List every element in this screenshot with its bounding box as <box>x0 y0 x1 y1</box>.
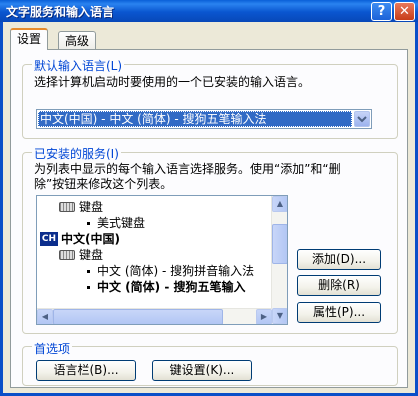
properties-button[interactable]: 属性(P)... <box>297 302 381 323</box>
tab-advanced[interactable]: 高级 <box>58 31 97 51</box>
help-button[interactable]: ? <box>371 2 392 21</box>
scroll-left-icon[interactable]: ◀ <box>37 309 53 324</box>
tree-item-us-keyboard[interactable]: 美式键盘 <box>37 215 272 231</box>
default-language-select[interactable]: 中文(中国) - 中文 (简体) - 搜狗五笔输入法 <box>36 109 372 129</box>
scroll-right-icon[interactable]: ▶ <box>256 309 272 324</box>
tree-item-label: 中文(中国) <box>61 232 120 246</box>
add-button[interactable]: 添加(D)... <box>297 249 381 270</box>
tree-item-keyboard-2[interactable]: 键盘 <box>37 247 272 263</box>
default-language-description: 选择计算机启动时要使用的一个已安装的输入语言。 <box>34 75 311 89</box>
tree-item-sogou-pinyin[interactable]: 中文 (简体) - 搜狗拼音输入法 <box>37 263 272 279</box>
key-settings-button[interactable]: 键设置(K)... <box>152 360 252 381</box>
tree-item-keyboard[interactable]: 键盘 <box>37 199 272 215</box>
tree-item-label: 美式键盘 <box>97 216 146 230</box>
remove-button[interactable]: 删除(R) <box>297 275 381 296</box>
bullet-icon <box>87 222 90 225</box>
scroll-down-icon[interactable]: ▼ <box>272 308 287 324</box>
tree-item-label: 中文 (简体) - 搜狗五笔输入 <box>97 280 246 294</box>
language-bar-button[interactable]: 语言栏(B)... <box>36 360 136 381</box>
services-tree[interactable]: 键盘 美式键盘 CH 中文(中国) 键盘 中文 (简体) - 搜狗拼音输入法 中… <box>36 195 288 325</box>
tree-item-label: 键盘 <box>79 248 104 262</box>
default-language-label: 默认输入语言(L) <box>32 57 125 74</box>
tree-item-label: 中文 (简体) - 搜狗拼音输入法 <box>97 264 255 278</box>
keyboard-icon <box>59 250 75 260</box>
tab-settings[interactable]: 设置 <box>10 28 49 50</box>
default-language-value: 中文(中国) - 中文 (简体) - 搜狗五笔输入法 <box>38 111 352 127</box>
installed-services-description-2: 除”按钮来修改这个列表。 <box>34 177 173 191</box>
title-bar: 文字服务和输入语言 ? ✕ <box>0 0 418 22</box>
horizontal-scroll-thumb[interactable] <box>53 309 223 324</box>
window-frame-left <box>0 22 3 396</box>
tree-item-chinese-china[interactable]: CH 中文(中国) <box>37 231 272 247</box>
bullet-icon <box>87 270 90 273</box>
vertical-scrollbar[interactable]: ▲ ▼ <box>271 196 287 324</box>
bullet-icon <box>87 286 90 289</box>
horizontal-scrollbar[interactable]: ◀ ▶ <box>37 308 272 324</box>
close-button[interactable]: ✕ <box>394 2 415 21</box>
ch-language-icon: CH <box>40 232 58 246</box>
scroll-up-icon[interactable]: ▲ <box>272 196 287 212</box>
chevron-down-icon[interactable] <box>354 111 370 127</box>
tree-item-label: 键盘 <box>79 200 104 214</box>
vertical-scroll-thumb[interactable] <box>272 224 287 264</box>
window-title: 文字服务和输入语言 <box>6 5 115 19</box>
tree-item-sogou-wubi[interactable]: 中文 (简体) - 搜狗五笔输入 <box>37 279 272 295</box>
keyboard-icon <box>59 202 75 212</box>
preferences-label: 首选项 <box>32 340 73 357</box>
